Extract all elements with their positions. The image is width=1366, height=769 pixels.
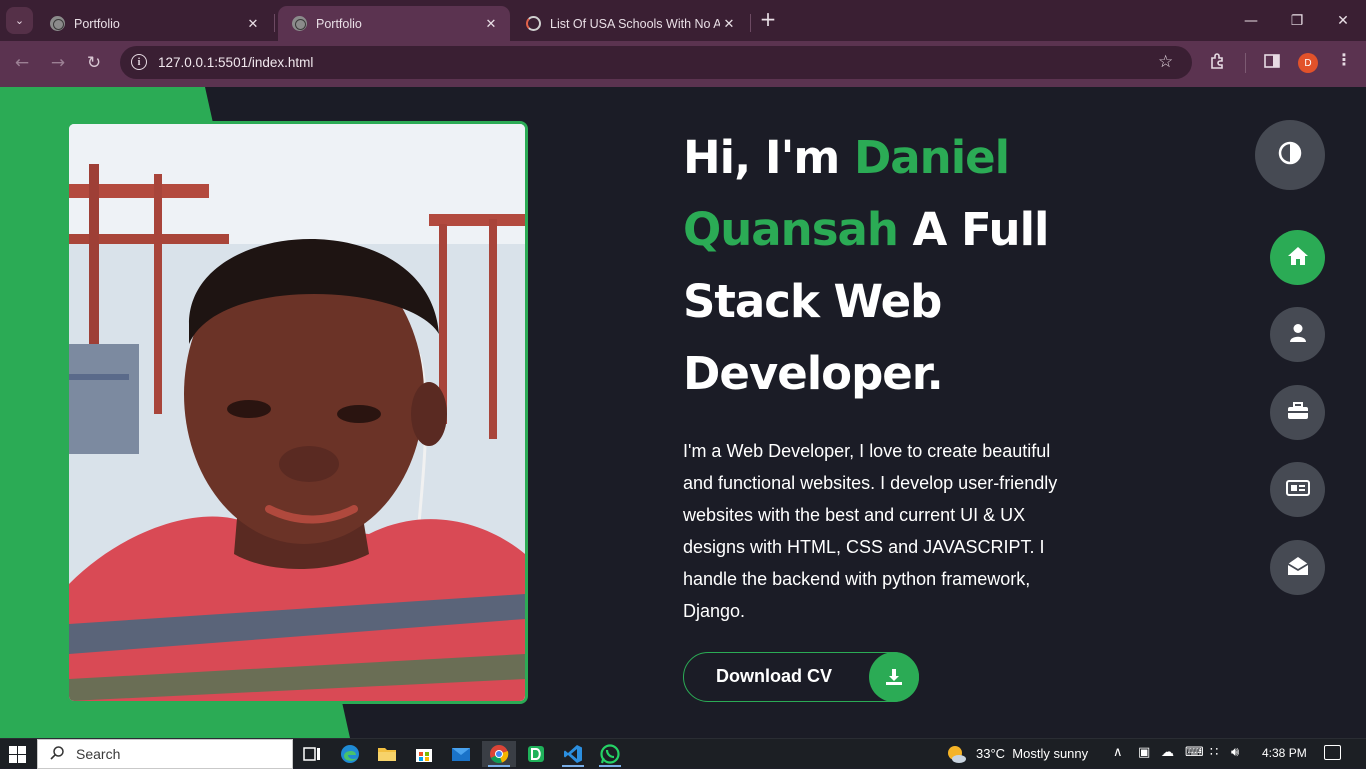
mail-icon (452, 748, 470, 761)
tab-portfolio-2[interactable]: Portfolio ✕ (278, 6, 510, 41)
url-text[interactable]: 127.0.0.1:5501/index.html (158, 55, 313, 70)
taskbar-search-box[interactable]: Search (37, 739, 293, 769)
tab-portfolio-1[interactable]: Portfolio ✕ (36, 6, 272, 41)
globe-icon (292, 16, 307, 31)
globe-icon (50, 16, 65, 31)
store-icon (416, 749, 432, 762)
minimize-button[interactable]: — (1228, 0, 1274, 41)
d-app-icon (528, 746, 544, 762)
portfolio-page: Hi, I'm Daniel Quansah A Full Stack Web … (0, 87, 1366, 738)
home-icon (1287, 246, 1309, 270)
chrome-icon (490, 745, 509, 764)
mail-app[interactable] (444, 741, 478, 767)
taskbar-search-placeholder: Search (76, 746, 121, 762)
bookmark-star-icon[interactable]: ☆ (1158, 52, 1173, 72)
download-icon (869, 652, 919, 702)
store-app[interactable] (407, 741, 441, 767)
tab-title: List Of USA Schools With No Ap (550, 16, 720, 31)
close-tab-icon[interactable]: ✕ (720, 16, 738, 32)
edge-app[interactable] (333, 741, 367, 767)
restore-button[interactable]: ❐ (1274, 0, 1320, 41)
newspaper-icon (1285, 479, 1310, 501)
theme-toggle-button[interactable] (1255, 120, 1325, 190)
search-icon (50, 746, 64, 760)
tab-divider (274, 14, 275, 32)
loading-icon (526, 16, 541, 31)
running-indicator (599, 765, 621, 767)
running-indicator (562, 765, 584, 767)
weather-temperature: 33°C (976, 746, 1006, 761)
chrome-app[interactable] (482, 741, 516, 767)
tab-title: Portfolio (316, 16, 362, 31)
contrast-icon (1278, 141, 1302, 169)
volume-icon[interactable]: 🔊︎ (1231, 745, 1239, 760)
hero-heading: Hi, I'm Daniel Quansah A Full Stack Web … (683, 122, 1103, 410)
tab-divider (750, 14, 751, 32)
file-explorer-app[interactable] (370, 741, 404, 767)
hero-description: I'm a Web Developer, I love to create be… (683, 441, 1058, 621)
tab-usa-schools[interactable]: List Of USA Schools With No Ap ✕ (512, 6, 748, 41)
browser-menu-icon[interactable]: ⋮ (1336, 50, 1352, 69)
tab-title: Portfolio (74, 16, 120, 31)
tab-search-button[interactable]: ⌄ (6, 7, 33, 34)
chevron-down-icon: ⌄ (14, 14, 25, 27)
user-icon (1289, 323, 1307, 347)
meet-now-icon[interactable]: ▣ (1138, 745, 1150, 760)
whatsapp-app[interactable] (593, 741, 627, 767)
download-cv-button[interactable]: Download CV (683, 652, 919, 702)
browser-tab-bar: ⌄ Portfolio ✕ Portfolio ✕ List Of USA Sc… (0, 0, 1366, 41)
hero-greeting: Hi, I'm (683, 131, 854, 184)
side-panel-icon[interactable] (1263, 52, 1281, 74)
weather-description: Mostly sunny (1012, 746, 1089, 761)
close-window-button[interactable]: ✕ (1320, 0, 1366, 41)
wifi-icon[interactable]: ∷ (1210, 745, 1218, 760)
task-view-icon (303, 747, 320, 761)
windows-start-button[interactable] (9, 746, 26, 763)
input-method-icon[interactable]: ⌨ (1185, 745, 1204, 760)
vscode-icon (564, 745, 582, 763)
close-tab-icon[interactable]: ✕ (244, 16, 262, 32)
active-indicator (488, 765, 510, 767)
folder-icon (378, 748, 396, 761)
nav-portfolio-button[interactable] (1270, 385, 1325, 440)
show-hidden-icons[interactable]: ∧ (1113, 745, 1123, 760)
close-tab-icon[interactable]: ✕ (482, 16, 500, 32)
sun-cloud-icon[interactable] (945, 744, 967, 764)
weather-text[interactable]: 33°C Mostly sunny (976, 746, 1088, 761)
toolbar-divider (1245, 53, 1246, 73)
new-tab-button[interactable]: + (758, 9, 778, 30)
notification-center-icon[interactable] (1324, 745, 1341, 760)
nav-about-button[interactable] (1270, 307, 1325, 362)
site-info-icon[interactable]: i (131, 54, 147, 70)
extensions-icon[interactable] (1209, 52, 1227, 74)
taskbar-clock[interactable]: 4:38 PM (1262, 746, 1307, 760)
profile-photo-image (69, 124, 525, 701)
envelope-open-icon (1287, 556, 1309, 580)
briefcase-icon (1287, 401, 1309, 424)
reload-button[interactable]: ↻ (81, 50, 107, 76)
back-button[interactable]: ← (9, 50, 35, 76)
profile-avatar[interactable]: D (1298, 53, 1318, 73)
windows-taskbar: Search 33°C Mostly sunny ∧ ▣ ☁ ⌨ ∷ 🔊︎ 4:… (0, 738, 1366, 769)
whatsapp-icon (600, 744, 620, 764)
task-view-button[interactable] (295, 741, 329, 767)
forward-button[interactable]: → (45, 50, 71, 76)
onedrive-icon[interactable]: ☁ (1161, 745, 1174, 760)
nav-home-button[interactable] (1270, 230, 1325, 285)
profile-photo (66, 121, 528, 704)
dashlane-app[interactable] (519, 741, 553, 767)
download-cv-label: Download CV (716, 666, 832, 686)
nav-blog-button[interactable] (1270, 462, 1325, 517)
nav-contact-button[interactable] (1270, 540, 1325, 595)
vscode-app[interactable] (556, 741, 590, 767)
edge-icon (341, 745, 359, 763)
